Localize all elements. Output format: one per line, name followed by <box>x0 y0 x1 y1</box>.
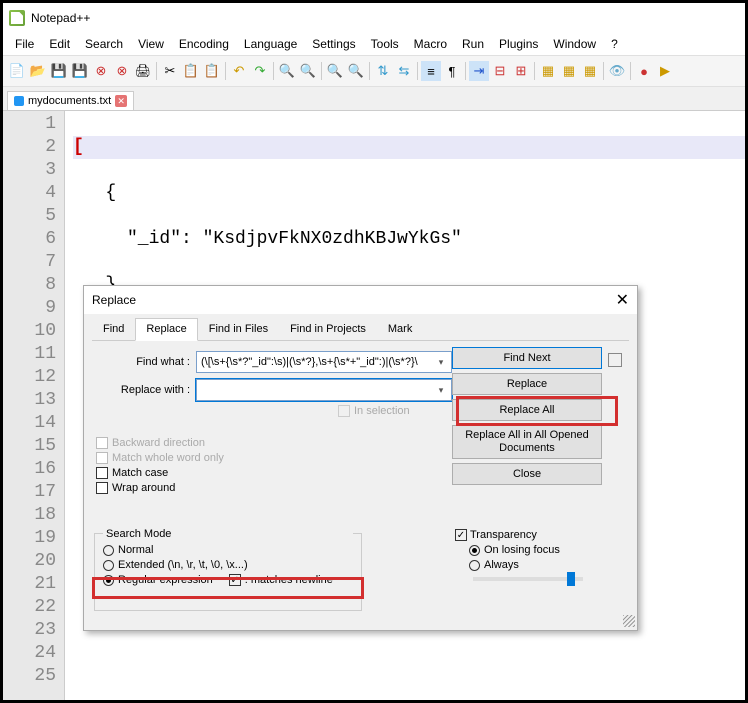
unfold-icon[interactable]: ⊞ <box>511 61 531 81</box>
tab-replace[interactable]: Replace <box>135 318 197 341</box>
tab-find-in-projects[interactable]: Find in Projects <box>279 318 377 340</box>
dialog-title: Replace <box>92 293 136 307</box>
tab-mark[interactable]: Mark <box>377 318 423 340</box>
menu-language[interactable]: Language <box>238 35 303 53</box>
transparency-group: ✓Transparency On losing focus Always <box>455 529 625 581</box>
saveall-icon[interactable]: 💾 <box>70 61 90 81</box>
resize-grip-icon[interactable] <box>623 615 635 627</box>
play-icon[interactable]: ▶ <box>655 61 675 81</box>
dialog-titlebar: Replace ✕ <box>84 286 637 314</box>
close-icon[interactable]: ⊗ <box>91 61 111 81</box>
file-status-icon <box>14 96 24 106</box>
menu-view[interactable]: View <box>132 35 170 53</box>
tab-close-icon[interactable]: ✕ <box>115 95 127 107</box>
find-what-label: Find what : <box>92 356 196 368</box>
mode-regex-radio[interactable] <box>103 575 114 586</box>
zoomout-icon[interactable]: 🔍 <box>346 61 366 81</box>
find-next-wrap-checkbox[interactable] <box>608 353 622 367</box>
doc2-icon[interactable]: ▦ <box>559 61 579 81</box>
menu-settings[interactable]: Settings <box>306 35 361 53</box>
menu-help[interactable]: ? <box>605 35 624 53</box>
open-icon[interactable]: 📂 <box>28 61 48 81</box>
replace-all-docs-button[interactable]: Replace All in All Opened Documents <box>452 425 602 459</box>
mode-extended-radio[interactable]: Extended (\n, \r, \t, \0, \x...) <box>103 559 353 571</box>
transparency-slider[interactable] <box>473 577 583 581</box>
search-mode-group: Search Mode Normal Extended (\n, \r, \t,… <box>94 533 362 611</box>
document-tabs: mydocuments.txt ✕ <box>3 87 745 111</box>
replace-dialog: Replace ✕ Find Replace Find in Files Fin… <box>83 285 638 631</box>
backward-checkbox: Backward direction <box>96 437 224 449</box>
allchars-icon[interactable]: ¶ <box>442 61 462 81</box>
menubar: File Edit Search View Encoding Language … <box>3 33 745 55</box>
whole-word-checkbox: Match whole word only <box>96 452 224 464</box>
save-icon[interactable]: 💾 <box>49 61 69 81</box>
search-mode-legend: Search Mode <box>103 528 353 540</box>
chevron-down-icon[interactable]: ▾ <box>433 354 449 370</box>
record-icon[interactable]: ● <box>634 61 654 81</box>
match-case-checkbox[interactable]: Match case <box>96 467 224 479</box>
find-next-button[interactable]: Find Next <box>452 347 602 369</box>
zoomin-icon[interactable]: 🔍 <box>325 61 345 81</box>
menu-tools[interactable]: Tools <box>365 35 405 53</box>
menu-window[interactable]: Window <box>547 35 602 53</box>
tab-find-in-files[interactable]: Find in Files <box>198 318 279 340</box>
find-what-input[interactable]: (\[\s+{\s*?"_id":\s)|(\s*?},\s+{\s*+"_id… <box>196 351 452 373</box>
redo-icon[interactable]: ↷ <box>250 61 270 81</box>
sync2-icon[interactable]: ⇆ <box>394 61 414 81</box>
replace-with-label: Replace with : <box>92 384 196 396</box>
toolbar: 📄 📂 💾 💾 ⊗ ⊗ 🖨 ✂ 📋 📋 ↶ ↷ 🔍 🔍 🔍 🔍 ⇅ ⇆ ≡ ¶ … <box>3 55 745 87</box>
replace-with-input[interactable]: ▾ <box>196 379 452 401</box>
replace-button[interactable]: Replace <box>452 373 602 395</box>
menu-encoding[interactable]: Encoding <box>173 35 235 53</box>
trans-always-radio[interactable]: Always <box>469 559 625 571</box>
replace-icon[interactable]: 🔍 <box>298 61 318 81</box>
cut-icon[interactable]: ✂ <box>160 61 180 81</box>
in-selection-checkbox: In selection <box>338 405 410 417</box>
line-gutter: 1234567891011121314151617181920212223242… <box>3 111 65 700</box>
undo-icon[interactable]: ↶ <box>229 61 249 81</box>
menu-edit[interactable]: Edit <box>43 35 76 53</box>
file-tab[interactable]: mydocuments.txt ✕ <box>7 91 134 110</box>
fold-icon[interactable]: ⊟ <box>490 61 510 81</box>
menu-macro[interactable]: Macro <box>408 35 453 53</box>
app-title: Notepad++ <box>31 11 90 25</box>
trans-losing-radio[interactable]: On losing focus <box>469 544 625 556</box>
sync-icon[interactable]: ⇅ <box>373 61 393 81</box>
menu-run[interactable]: Run <box>456 35 490 53</box>
doc1-icon[interactable]: ▦ <box>538 61 558 81</box>
mode-normal-radio[interactable]: Normal <box>103 544 353 556</box>
closeall-icon[interactable]: ⊗ <box>112 61 132 81</box>
paste-icon[interactable]: 📋 <box>202 61 222 81</box>
menu-search[interactable]: Search <box>79 35 129 53</box>
copy-icon[interactable]: 📋 <box>181 61 201 81</box>
tab-find[interactable]: Find <box>92 318 135 340</box>
titlebar: Notepad++ <box>3 3 745 33</box>
chevron-down-icon[interactable]: ▾ <box>433 382 449 398</box>
menu-plugins[interactable]: Plugins <box>493 35 544 53</box>
menu-file[interactable]: File <box>9 35 40 53</box>
dialog-tabs: Find Replace Find in Files Find in Proje… <box>92 318 629 341</box>
print-icon[interactable]: 🖨 <box>133 61 153 81</box>
monitor-icon[interactable]: 👁 <box>607 61 627 81</box>
dialog-close-icon[interactable]: ✕ <box>616 290 629 310</box>
new-icon[interactable]: 📄 <box>7 61 27 81</box>
find-icon[interactable]: 🔍 <box>277 61 297 81</box>
transparency-checkbox[interactable]: ✓ <box>455 529 467 541</box>
app-icon <box>9 10 25 26</box>
close-button[interactable]: Close <box>452 463 602 485</box>
doc3-icon[interactable]: ▦ <box>580 61 600 81</box>
replace-all-button[interactable]: Replace All <box>452 399 602 421</box>
dotall-checkbox[interactable]: ✓ <box>229 574 241 586</box>
indent-icon[interactable]: ⇥ <box>469 61 489 81</box>
file-tab-label: mydocuments.txt <box>28 95 111 107</box>
wrap-icon[interactable]: ≡ <box>421 61 441 81</box>
wrap-around-checkbox[interactable]: Wrap around <box>96 482 224 494</box>
